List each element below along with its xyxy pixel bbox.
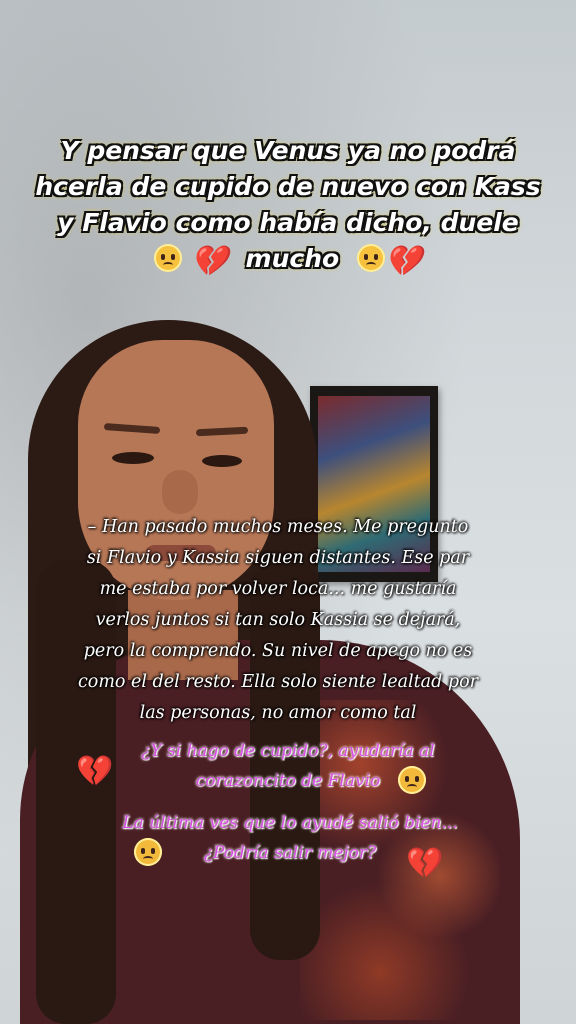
broken-heart-icon: 💔 [76, 754, 114, 789]
story-line: – Han pasado muchos meses. Me pregunto [87, 517, 469, 537]
thought-2-line-1: La última ves que lo ayudé salió bien... [122, 813, 458, 833]
nose [162, 470, 198, 514]
caption-line-2: hcerla de cupido de nuevo con Kass [35, 172, 541, 201]
caption-word-mucho: mucho [245, 244, 340, 273]
thought-1-line-1: ¿Y si hago de cupido?, ayudaría al [141, 741, 435, 761]
crying-face-icon [398, 766, 426, 794]
pleading-face-icon [154, 244, 183, 272]
right-eye [202, 455, 242, 467]
story-paragraph: – Han pasado muchos meses. Me pregunto s… [60, 512, 496, 729]
top-caption: Y pensar que Venus ya no podrá hcerla de… [20, 133, 556, 277]
pleading-face-icon [356, 244, 385, 272]
story-line: pero la comprendo. Su nivel de apego no … [83, 641, 473, 661]
story-line: verlos juntos si tan solo Kassia se deja… [95, 610, 461, 630]
story-line: las personas, no amor como tal [139, 703, 417, 723]
caption-line-3: y Flavio como había dicho, duele [57, 208, 519, 237]
broken-heart-icon: 💔 [384, 244, 422, 279]
broken-heart-icon: 💔 [406, 846, 444, 881]
story-line: como el del resto. Ella solo siente leal… [77, 672, 478, 692]
crying-face-icon [134, 838, 162, 866]
caption-line-1: Y pensar que Venus ya no podrá [60, 136, 516, 165]
story-line: me estaba por volver loca... me gustaría [99, 579, 457, 599]
story-line: si Flavio y Kassia siguen distantes. Ese… [86, 548, 470, 568]
broken-heart-icon: 💔 [190, 244, 229, 279]
caption-line-4: 💔 mucho 💔 [20, 241, 556, 277]
left-eye [112, 452, 154, 464]
